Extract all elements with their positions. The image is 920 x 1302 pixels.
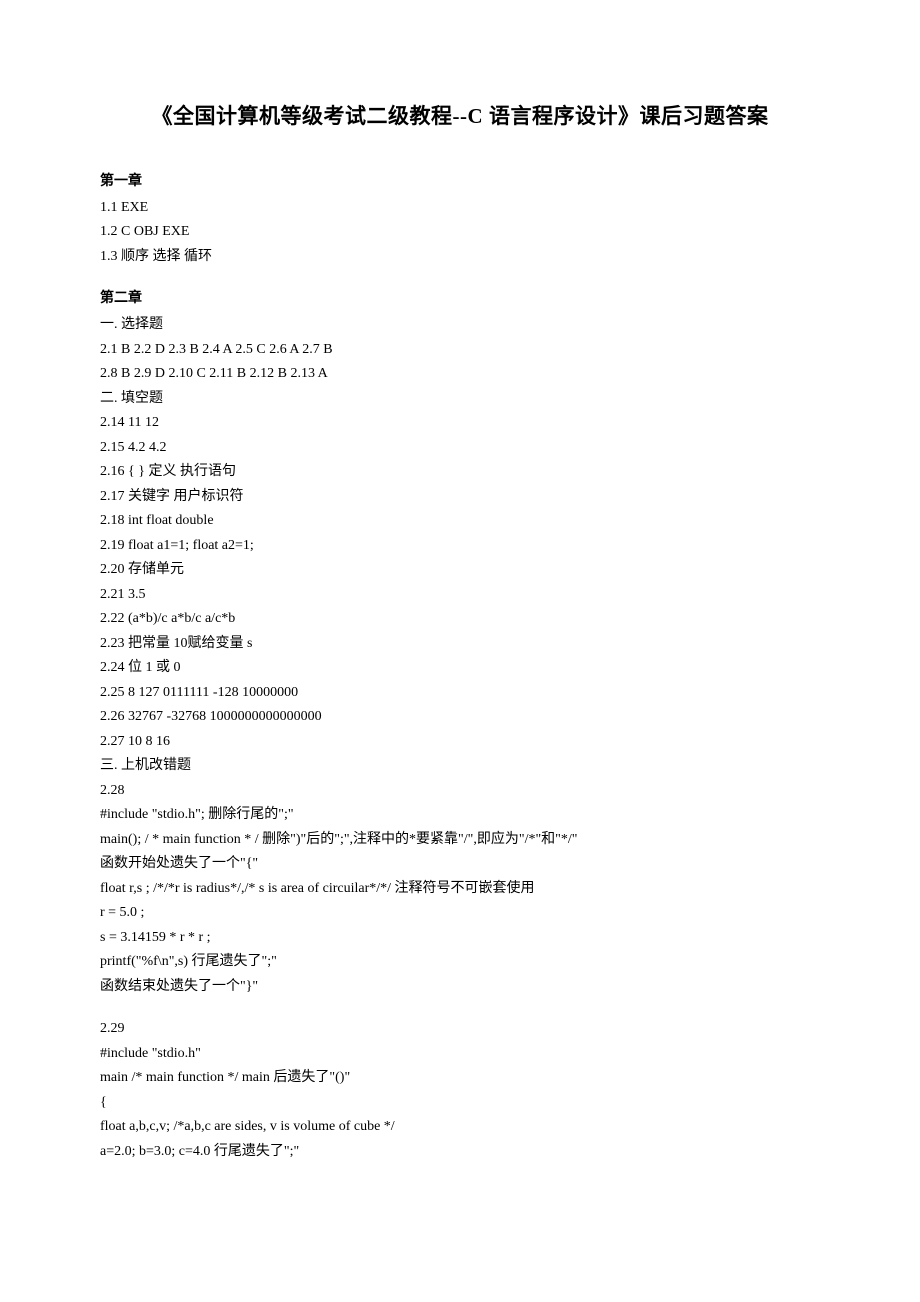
document-title: 《全国计算机等级考试二级教程--C 语言程序设计》课后习题答案 [100,100,820,130]
section-2-line: 2.23 把常量 10赋给变量 s [100,632,820,657]
exercise-229-header: 2.29 [100,1017,820,1042]
section-1-header: 一. 选择题 [100,313,820,338]
section-2-line: 2.22 (a*b)/c a*b/c a/c*b [100,607,820,632]
section-2-line: 2.18 int float double [100,509,820,534]
exercise-228-line: 函数开始处遗失了一个"{" [100,852,820,877]
chapter-2-header: 第二章 [100,287,820,311]
exercise-229-line: { [100,1091,820,1116]
section-2-line: 2.21 3.5 [100,583,820,608]
section-1-line: 2.8 B 2.9 D 2.10 C 2.11 B 2.12 B 2.13 A [100,362,820,387]
exercise-229-line: float a,b,c,v; /*a,b,c are sides, v is v… [100,1115,820,1140]
section-2-line: 2.14 11 12 [100,411,820,436]
exercise-228-line: printf("%f\n",s) 行尾遗失了";" [100,950,820,975]
section-2-line: 2.17 关键字 用户标识符 [100,485,820,510]
exercise-228-line: 函数结束处遗失了一个"}" [100,975,820,1000]
section-2-line: 2.20 存储单元 [100,558,820,583]
exercise-228-header: 2.28 [100,779,820,804]
exercise-228-line: main(); / * main function * / 删除")"后的";"… [100,828,820,853]
section-2-line: 2.25 8 127 0111111 -128 10000000 [100,681,820,706]
section-2-header: 二. 填空题 [100,387,820,412]
chapter-1-header: 第一章 [100,170,820,194]
section-2-line: 2.19 float a1=1; float a2=1; [100,534,820,559]
section-1-line: 2.1 B 2.2 D 2.3 B 2.4 A 2.5 C 2.6 A 2.7 … [100,338,820,363]
section-2-line: 2.16 { } 定义 执行语句 [100,460,820,485]
exercise-228-line: float r,s ; /*/*r is radius*/,/* s is ar… [100,877,820,902]
section-2-line: 2.27 10 8 16 [100,730,820,755]
exercise-229-line: #include "stdio.h" [100,1042,820,1067]
exercise-229-line: a=2.0; b=3.0; c=4.0 行尾遗失了";" [100,1140,820,1165]
section-3-header: 三. 上机改错题 [100,754,820,779]
chapter-1-line: 1.1 EXE [100,196,820,221]
document-page: 《全国计算机等级考试二级教程--C 语言程序设计》课后习题答案 第一章 1.1 … [0,0,920,1242]
chapter-1-block: 第一章 1.1 EXE 1.2 C OBJ EXE 1.3 顺序 选择 循环 [100,170,820,269]
chapter-2-block: 第二章 一. 选择题 2.1 B 2.2 D 2.3 B 2.4 A 2.5 C… [100,287,820,999]
chapter-1-line: 1.3 顺序 选择 循环 [100,245,820,270]
section-2-line: 2.24 位 1 或 0 [100,656,820,681]
exercise-229-line: main /* main function */ main 后遗失了"()" [100,1066,820,1091]
section-2-line: 2.15 4.2 4.2 [100,436,820,461]
exercise-228-line: s = 3.14159 * r * r ; [100,926,820,951]
exercise-228-line: r = 5.0 ; [100,901,820,926]
chapter-1-line: 1.2 C OBJ EXE [100,220,820,245]
section-2-line: 2.26 32767 -32768 1000000000000000 [100,705,820,730]
exercise-229-block: 2.29 #include "stdio.h" main /* main fun… [100,1017,820,1164]
exercise-228-line: #include "stdio.h"; 删除行尾的";" [100,803,820,828]
